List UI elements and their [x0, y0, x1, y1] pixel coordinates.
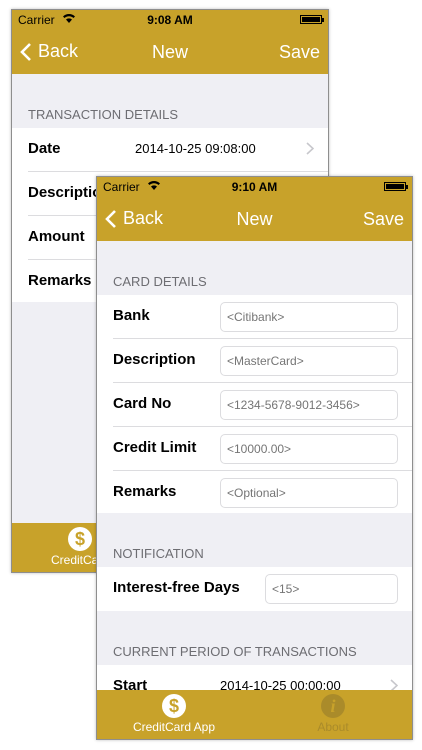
status-time: 9:10 AM [231, 180, 278, 194]
battery-icon [300, 15, 324, 24]
info-icon: i [321, 694, 345, 718]
bank-input[interactable] [220, 302, 398, 332]
row-interest-free-days: Interest-free Days [113, 567, 412, 610]
row-credit-limit: Credit Limit [113, 427, 412, 471]
nav-bar: Back New Save [97, 197, 412, 241]
description-input[interactable] [220, 346, 398, 376]
card-details-group: Bank Description Card No Credit Limit Re… [97, 295, 412, 513]
tab-about[interactable]: i About [293, 690, 373, 739]
battery-icon [384, 182, 408, 191]
row-date[interactable]: Date 2014-10-25 09:08:00 [28, 128, 328, 172]
row-label: Bank [113, 307, 150, 324]
row-label: Date [28, 140, 61, 157]
front-screen: Carrier 9:10 AM Back New Save CARD DETAI… [96, 176, 413, 740]
row-bank: Bank [113, 295, 412, 339]
status-bar: Carrier 9:08 AM [12, 10, 328, 30]
card-number-input[interactable] [220, 390, 398, 420]
tab-bar: $ CreditCard App i About [97, 690, 412, 739]
notification-group: Interest-free Days [97, 567, 412, 611]
tab-label: CreditCard App [132, 720, 216, 734]
date-value: 2014-10-25 09:08:00 [135, 141, 256, 156]
row-label: Amount [28, 228, 85, 245]
status-bar: Carrier 9:10 AM [97, 177, 412, 197]
interest-free-days-input[interactable] [265, 574, 398, 604]
tab-creditcard-app[interactable]: $ CreditCard App [119, 690, 229, 739]
row-label: Remarks [28, 272, 92, 289]
row-remarks: Remarks [113, 471, 412, 514]
section-header-notification: NOTIFICATION [113, 546, 204, 561]
section-header-card-details: CARD DETAILS [113, 274, 207, 289]
save-button[interactable]: Save [279, 42, 320, 63]
tab-label: About [317, 720, 349, 734]
status-time: 9:08 AM [147, 13, 193, 27]
section-header-current-period: CURRENT PERIOD OF TRANSACTIONS [113, 644, 357, 659]
chevron-right-icon [306, 142, 314, 155]
row-label: Descriptio [28, 184, 102, 201]
row-description: Description [113, 339, 412, 383]
save-button[interactable]: Save [363, 209, 404, 230]
dollar-icon: $ [68, 527, 92, 551]
row-label: Credit Limit [113, 439, 197, 456]
credit-limit-input[interactable] [220, 434, 398, 464]
nav-bar: Back New Save [12, 30, 328, 74]
row-label: Interest-free Days [113, 579, 240, 596]
remarks-input[interactable] [220, 478, 398, 508]
row-label: Card No [113, 395, 172, 412]
row-label: Remarks [113, 483, 177, 500]
dollar-icon: $ [162, 694, 186, 718]
section-header-transaction-details: TRANSACTION DETAILS [28, 107, 179, 122]
row-label: Description [113, 351, 196, 368]
row-card-no: Card No [113, 383, 412, 427]
